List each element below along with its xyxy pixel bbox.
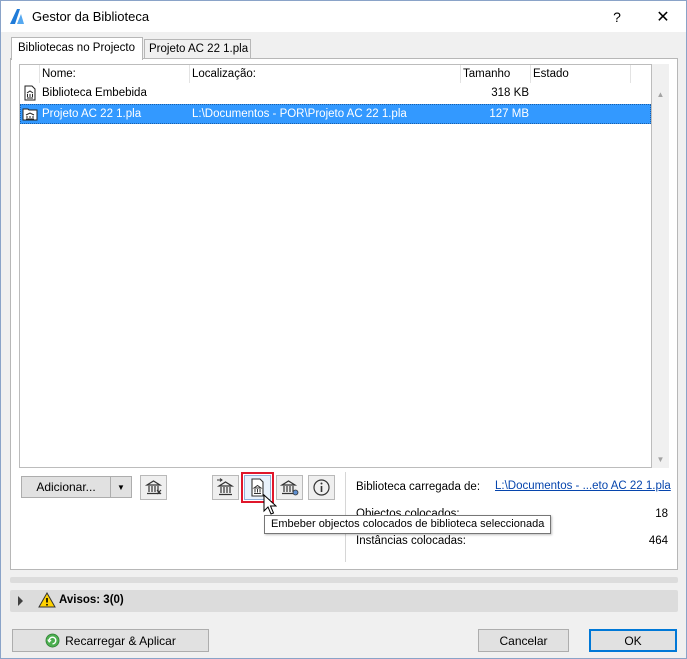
library-export-icon <box>216 478 235 496</box>
library-remove-icon <box>144 480 163 495</box>
close-button[interactable]: ✕ <box>640 1 686 32</box>
table-row[interactable]: Projeto AC 22 1.pla L:\Documentos - POR\… <box>20 104 651 124</box>
column-header-status[interactable]: Estado <box>531 65 631 83</box>
archicad-app-icon <box>10 9 24 24</box>
row-name: Biblioteca Embebida <box>42 87 147 99</box>
column-header-name[interactable]: Nome: <box>40 65 190 83</box>
window-title: Gestor da Biblioteca <box>32 9 150 24</box>
reload-apply-button[interactable]: Recarregar & Aplicar <box>12 629 209 652</box>
reload-apply-label: Recarregar & Aplicar <box>65 633 176 648</box>
placed-objects-value: 18 <box>655 508 668 520</box>
table-row[interactable]: Biblioteca Embebida 318 KB <box>20 83 651 103</box>
reload-icon <box>45 633 60 648</box>
embedded-library-icon <box>24 85 36 101</box>
info-icon <box>313 479 330 496</box>
title-bar[interactable]: Gestor da Biblioteca ? ✕ <box>1 1 686 32</box>
help-button[interactable]: ? <box>594 1 640 32</box>
warnings-label: Avisos: 3(0) <box>59 594 124 606</box>
scroll-up-arrow-icon[interactable]: ▲ <box>652 86 669 103</box>
export-library-button[interactable] <box>212 475 239 500</box>
row-location: L:\Documentos - POR\Projeto AC 22 1.pla <box>192 108 407 120</box>
row-size: 318 KB <box>491 87 529 99</box>
row-size: 127 MB <box>489 108 529 120</box>
row-status <box>533 104 631 124</box>
library-settings-button[interactable] <box>276 475 303 500</box>
warning-icon <box>38 592 56 608</box>
loaded-library-label: Biblioteca carregada de: <box>356 481 481 493</box>
ok-button[interactable]: OK <box>589 629 677 652</box>
row-status <box>533 83 631 103</box>
scroll-down-arrow-icon[interactable]: ▼ <box>652 451 669 468</box>
cancel-button[interactable]: Cancelar <box>478 629 569 652</box>
mouse-cursor-icon <box>263 494 277 515</box>
expand-triangle-icon[interactable] <box>18 596 23 606</box>
header-icon-column <box>20 65 40 83</box>
list-header: Nome: Localização: Tamanho Estado <box>20 65 651 83</box>
add-button[interactable]: Adicionar... <box>21 476 111 498</box>
library-list[interactable]: Nome: Localização: Tamanho Estado Biblio… <box>19 64 652 468</box>
info-button[interactable] <box>308 475 335 500</box>
loaded-library-link[interactable]: L:\Documentos - ...eto AC 22 1.pla <box>495 480 671 492</box>
row-location <box>192 83 461 103</box>
tooltip: Embeber objectos colocados de biblioteca… <box>264 515 552 534</box>
tab-project-libraries[interactable]: Bibliotecas no Projecto <box>11 37 143 60</box>
list-scrollbar[interactable]: ▲ ▼ <box>652 64 669 468</box>
library-manager-window: Gestor da Biblioteca ? ✕ Bibliotecas no … <box>0 0 687 659</box>
tab-project-ac22[interactable]: Projeto AC 22 1.pla <box>144 39 251 59</box>
warnings-bar[interactable]: Avisos: 3(0) <box>10 590 678 612</box>
library-folder-icon <box>22 108 38 121</box>
column-header-size[interactable]: Tamanho <box>461 65 531 83</box>
row-name: Projeto AC 22 1.pla <box>42 108 142 120</box>
placed-instances-value: 464 <box>648 535 668 547</box>
placed-instances-label: Instâncias colocadas: <box>356 535 466 547</box>
remove-library-button[interactable] <box>140 475 167 500</box>
library-settings-icon <box>280 480 299 496</box>
add-dropdown-button[interactable]: ▼ <box>110 476 132 498</box>
column-header-location[interactable]: Localização: <box>190 65 461 83</box>
divider-bar <box>10 577 678 583</box>
tab-panel: Nome: Localização: Tamanho Estado Biblio… <box>10 58 678 570</box>
